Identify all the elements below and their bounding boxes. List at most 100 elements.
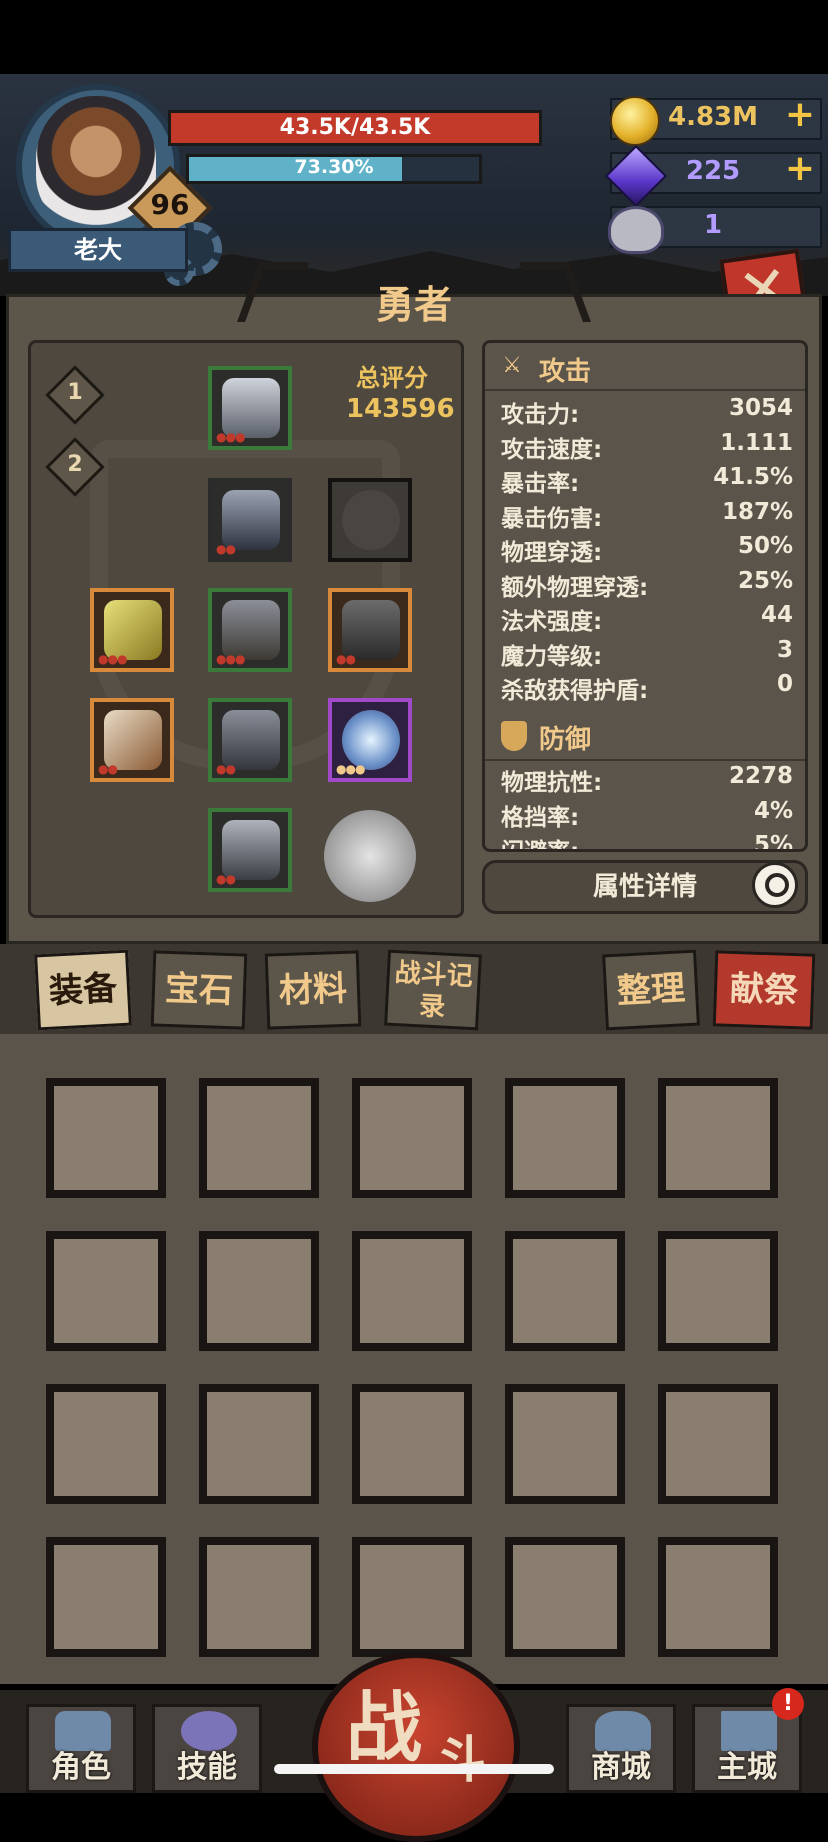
attack-stat-row: 杀敌获得护盾: 0 (501, 671, 793, 705)
nav-skills-label: 技能 (177, 1750, 237, 1785)
inventory-slot[interactable] (505, 1537, 625, 1657)
socket-pips: ●● (98, 762, 118, 776)
crossed-swords-icon: ⚔ (502, 353, 522, 378)
inventory-slot[interactable] (658, 1537, 778, 1657)
stat-value: 50% (737, 533, 793, 559)
gold-amount: 4.83M (667, 102, 759, 132)
empty-seal-slot[interactable] (324, 810, 416, 902)
attack-stat-row: 法术强度: 44 (501, 602, 793, 636)
inventory-slot[interactable] (46, 1078, 166, 1198)
skull-amount: 1 (703, 210, 723, 240)
gauntlet-icon (222, 820, 280, 880)
attack-section-header: ⚔ 攻击 (485, 343, 805, 391)
pants-slot[interactable]: ●● (208, 698, 292, 782)
inventory-slot[interactable] (199, 1231, 319, 1351)
inventory-slot[interactable] (199, 1384, 319, 1504)
defense-section-header: 防御 (485, 713, 805, 761)
defense-stat-row: 闪避率: 5% (501, 832, 793, 852)
inventory-slot[interactable] (46, 1231, 166, 1351)
player-level: 96 (150, 188, 190, 221)
belt-slot[interactable]: ●●● (208, 588, 292, 672)
stat-name: 格挡率: (501, 804, 580, 831)
inventory-grid (0, 1034, 828, 1684)
sacrifice-button[interactable]: 献祭 (712, 950, 816, 1030)
sacrifice-button-label: 献祭 (729, 968, 799, 1012)
add-crystal-button[interactable]: + (782, 148, 818, 189)
glowing-orb-icon (342, 710, 400, 770)
inventory-slot[interactable] (46, 1384, 166, 1504)
hp-bar: 43.5K/43.5K (168, 110, 542, 146)
magnifier-icon[interactable] (752, 862, 798, 908)
stat-value: 4% (753, 797, 793, 824)
inventory-slot[interactable] (352, 1384, 472, 1504)
inventory-slot[interactable] (505, 1078, 625, 1198)
inventory-slot[interactable] (505, 1384, 625, 1504)
inventory-slot[interactable] (199, 1537, 319, 1657)
inventory-slot[interactable] (505, 1231, 625, 1351)
socket-pips: ●● (336, 652, 356, 666)
defense-stat-row: 格挡率: 4% (501, 798, 793, 832)
offhand-slot[interactable]: ●● (90, 698, 174, 782)
defense-stat-row: 物理抗性: 2278 (501, 763, 793, 797)
necklace-slot[interactable]: ●● (328, 588, 412, 672)
inventory-slot[interactable] (352, 1231, 472, 1351)
total-score-value: 143596 (346, 394, 455, 424)
helmet-slot[interactable]: ●●● (208, 366, 292, 450)
stat-name: 攻击速度: (501, 436, 603, 463)
notification-badge: ! (772, 1688, 804, 1720)
stat-value: 2278 (728, 763, 793, 789)
defense-section-title: 防御 (539, 725, 592, 755)
axe-icon (104, 710, 162, 770)
socket-pips: ●●● (216, 652, 245, 666)
leg-armor-icon (222, 710, 280, 770)
gloves-slot[interactable]: ●● (208, 808, 292, 892)
attack-stat-row: 物理穿透: 50% (501, 533, 793, 567)
stat-value: 3 (776, 636, 793, 663)
xp-percent: 73.30% (294, 156, 374, 178)
attack-section-title: 攻击 (539, 357, 592, 387)
inventory-slot[interactable] (46, 1537, 166, 1657)
socket-pips: ●●● (336, 762, 365, 776)
stat-value: 5% (753, 832, 793, 852)
tab-gems[interactable]: 宝石 (150, 950, 248, 1030)
inventory-slot[interactable] (352, 1078, 472, 1198)
nav-skills[interactable]: 技能 (152, 1704, 262, 1793)
stat-name: 暴击率: (501, 471, 580, 497)
flame-placeholder-icon (342, 490, 400, 550)
stat-value: 44 (760, 602, 793, 628)
player-name: 老大 (8, 228, 188, 272)
stat-name: 额外物理穿透: (501, 574, 649, 601)
attack-stat-row: 暴击伤害: 187% (501, 499, 793, 533)
inventory-slot[interactable] (352, 1537, 472, 1657)
chest-slot[interactable]: ●● (208, 478, 292, 562)
inventory-slot[interactable] (658, 1384, 778, 1504)
total-score-label: 总评分 (356, 364, 428, 392)
nav-character[interactable]: 角色 (26, 1704, 136, 1793)
empty-accessory-slot[interactable] (328, 478, 412, 562)
tab-materials[interactable]: 材料 (264, 950, 362, 1030)
stat-name: 物理穿透: (501, 540, 603, 566)
tab-equipment[interactable]: 装备 (34, 949, 132, 1031)
socket-pips: ●●● (216, 430, 245, 444)
loadout-tab-2-label: 2 (67, 452, 83, 477)
sort-button[interactable]: 整理 (602, 949, 700, 1031)
home-indicator[interactable] (274, 1764, 554, 1774)
nav-character-label: 角色 (51, 1750, 111, 1785)
tab-battle-log[interactable]: 战斗记录 (384, 949, 482, 1031)
winged-armor-icon (222, 490, 280, 550)
horned-helmet-icon (222, 378, 280, 438)
stat-value: 1.111 (720, 429, 793, 456)
claw-blade-icon (104, 600, 162, 660)
stat-value: 187% (721, 498, 793, 525)
nav-main-city-label: 主城 (717, 1750, 777, 1785)
weapon-slot[interactable]: ●●● (90, 588, 174, 672)
ring-slot[interactable]: ●●● (328, 698, 412, 782)
attack-stat-row: 额外物理穿透: 25% (501, 568, 793, 602)
inventory-slot[interactable] (658, 1231, 778, 1351)
tab-materials-label: 材料 (278, 968, 348, 1012)
panel-title: 勇者 (375, 283, 452, 327)
inventory-slot[interactable] (658, 1078, 778, 1198)
inventory-slot[interactable] (199, 1078, 319, 1198)
add-gold-button[interactable]: + (782, 94, 818, 135)
nav-shop[interactable]: 商城 (566, 1704, 676, 1793)
